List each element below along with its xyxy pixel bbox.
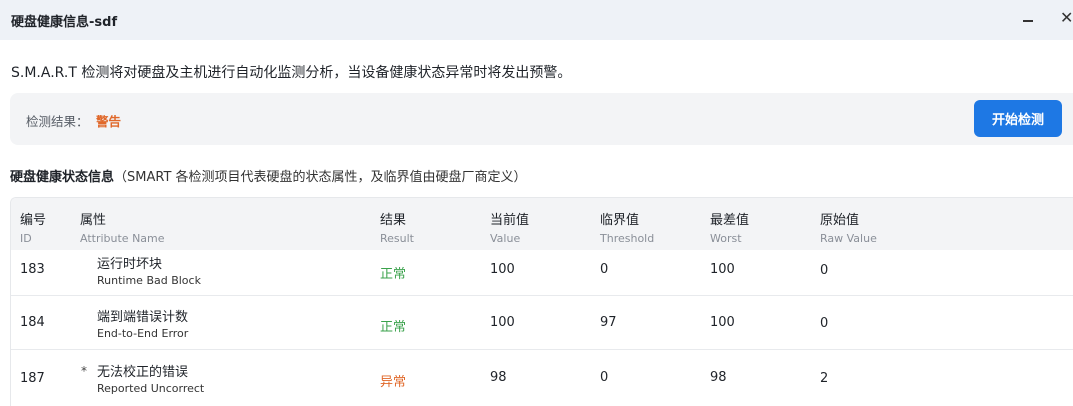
table-row[interactable]: 187 * 无法校正的错误 Reported Uncorrect 异常 98 0…: [11, 350, 1073, 406]
header-sublabel: Result: [380, 232, 414, 245]
header-threshold[interactable]: 临界值 Threshold: [600, 209, 654, 245]
header-label: 属性: [80, 213, 107, 228]
header-sublabel: Worst: [710, 232, 742, 245]
header-sublabel: Raw Value: [820, 232, 877, 245]
cell-threshold: 97: [600, 315, 617, 330]
header-label: 原始值: [820, 213, 860, 228]
cell-worst: 100: [710, 315, 735, 330]
header-sublabel: Value: [490, 232, 521, 245]
cell-raw-value: 2: [820, 371, 829, 386]
header-label: 当前值: [490, 213, 530, 228]
header-worst[interactable]: 最差值 Worst: [710, 209, 749, 245]
cell-attribute-en: Runtime Bad Block: [97, 274, 201, 287]
result-panel: 检测结果： 警告 开始检测: [10, 93, 1073, 145]
header-attribute[interactable]: 属性 Attribute Name: [80, 209, 165, 245]
header-label: 最差值: [710, 213, 750, 228]
header-label: 编号: [20, 213, 47, 228]
header-sublabel: Threshold: [600, 232, 655, 245]
cell-value: 100: [490, 315, 515, 330]
cell-result: 正常: [380, 320, 407, 335]
close-button[interactable]: ✕: [1060, 6, 1073, 30]
header-result[interactable]: 结果 Result: [380, 209, 414, 245]
cell-attribute-zh: 端到端错误计数: [97, 310, 189, 325]
flag-marker: *: [81, 364, 87, 378]
cell-id: 187: [20, 371, 45, 386]
cell-threshold: 0: [600, 262, 609, 277]
section-description: （SMART 各检测项目代表硬盘的状态属性，及临界值由硬盘厂商定义）: [114, 170, 527, 185]
section-title: 硬盘健康状态信息: [10, 170, 115, 185]
section-heading: 硬盘健康状态信息（SMART 各检测项目代表硬盘的状态属性，及临界值由硬盘厂商定…: [10, 166, 527, 185]
minimize-button[interactable]: [1018, 8, 1038, 30]
cell-attribute-zh: 运行时坏块: [97, 257, 163, 272]
cell-threshold: 0: [600, 370, 609, 385]
cell-id: 184: [20, 315, 45, 330]
header-label: 临界值: [600, 213, 640, 228]
close-icon: ✕: [1060, 8, 1073, 27]
minimize-icon: [1023, 20, 1033, 22]
cell-attribute-zh: 无法校正的错误: [97, 365, 189, 380]
start-check-button[interactable]: 开始检测: [974, 100, 1062, 137]
header-raw-value[interactable]: 原始值 Raw Value: [820, 209, 877, 245]
cell-id: 183: [20, 262, 45, 277]
header-label: 结果: [380, 213, 407, 228]
header-value[interactable]: 当前值 Value: [490, 209, 529, 245]
table-header: 编号 ID 属性 Attribute Name 结果 Result 当前值 Va…: [11, 198, 1073, 250]
cell-attribute-en: End-to-End Error: [97, 327, 189, 340]
cell-result: 正常: [380, 267, 407, 282]
result-label: 检测结果：: [26, 114, 89, 129]
intro-text: S.M.A.R.T 检测将对硬盘及主机进行自动化监测分析，当设备健康状态异常时将…: [11, 65, 572, 81]
cell-worst: 98: [710, 370, 727, 385]
header-sublabel: ID: [20, 232, 32, 245]
header-sublabel: Attribute Name: [80, 232, 165, 245]
cell-value: 100: [490, 262, 515, 277]
window-title: 硬盘健康信息-sdf: [11, 15, 118, 30]
header-id[interactable]: 编号 ID: [20, 209, 46, 245]
table-row[interactable]: 184 端到端错误计数 End-to-End Error 正常 100 97 1…: [11, 296, 1073, 350]
cell-raw-value: 0: [820, 316, 829, 331]
cell-result: 异常: [380, 375, 407, 390]
cell-worst: 100: [710, 262, 735, 277]
cell-value: 98: [490, 370, 507, 385]
smart-table: 编号 ID 属性 Attribute Name 结果 Result 当前值 Va…: [10, 197, 1073, 406]
title-bar: 硬盘健康信息-sdf ✕: [0, 0, 1073, 40]
result-status: 警告: [96, 114, 122, 129]
cell-attribute-en: Reported Uncorrect: [97, 382, 205, 395]
cell-raw-value: 0: [820, 263, 829, 278]
table-row[interactable]: 183 运行时坏块 Runtime Bad Block 正常 100 0 100…: [11, 250, 1073, 296]
